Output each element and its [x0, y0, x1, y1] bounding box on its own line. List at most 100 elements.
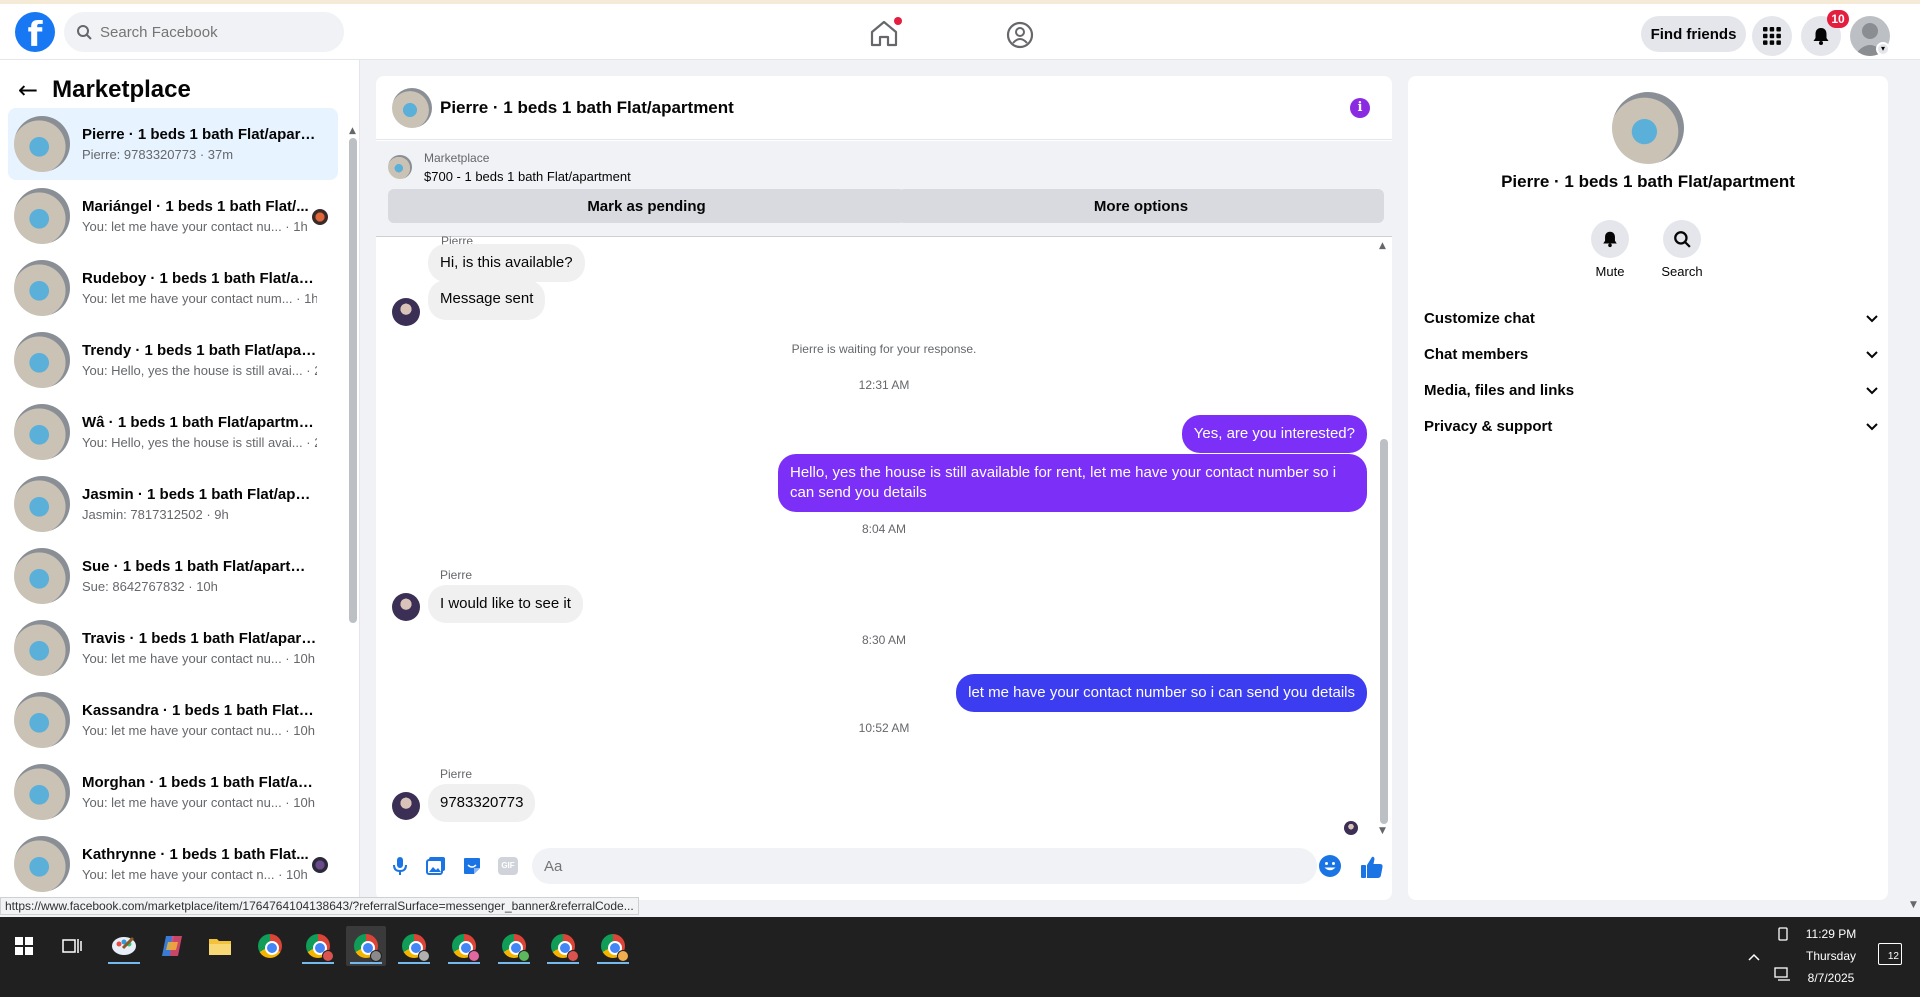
- message-input[interactable]: [532, 848, 1317, 884]
- conversation-item-travis[interactable]: Travis · 1 beds 1 bath Flat/apart... You:…: [8, 612, 338, 684]
- conversation-preview: You: let me have your contact nu... · 10…: [82, 723, 315, 738]
- conversation-item-kassandra[interactable]: Kassandra · 1 beds 1 bath Flat/ap... You:…: [8, 684, 338, 756]
- thumbs-up-icon[interactable]: [1359, 854, 1385, 880]
- taskbar-app-chrome-profile[interactable]: [593, 926, 633, 966]
- facebook-logo-icon[interactable]: f: [15, 12, 55, 52]
- taskbar-app-paint[interactable]: [104, 926, 144, 966]
- network-icon[interactable]: [1774, 967, 1792, 981]
- clock-time[interactable]: 11:29 PM: [1796, 927, 1866, 941]
- chevron-down-icon[interactable]: ▾: [1876, 42, 1890, 56]
- listing-avatar: [14, 620, 70, 676]
- taskbar-app-chrome[interactable]: [250, 926, 290, 966]
- more-options-button[interactable]: More options: [898, 189, 1384, 223]
- media-files-links-section[interactable]: Media, files and links: [1424, 372, 1880, 408]
- menu-button[interactable]: [1752, 16, 1792, 56]
- notification-center-icon[interactable]: 12: [1878, 943, 1902, 965]
- info-icon[interactable]: i: [1350, 98, 1370, 118]
- taskbar-app-chrome-profile[interactable]: [346, 926, 386, 966]
- message-timestamp: 8:04 AM: [861, 522, 907, 536]
- customize-chat-section[interactable]: Customize chat: [1424, 300, 1880, 336]
- message-timestamp: 10:52 AM: [858, 721, 910, 735]
- sender-avatar[interactable]: [392, 593, 420, 621]
- groups-icon[interactable]: [1005, 20, 1035, 50]
- details-title: Pierre · 1 beds 1 bath Flat/apartment: [1501, 172, 1795, 191]
- taskbar-app-chrome-profile[interactable]: [394, 926, 434, 966]
- taskbar-app-chrome-profile[interactable]: [494, 926, 534, 966]
- scroll-down-arrow-icon[interactable]: ▼: [1379, 826, 1386, 836]
- profile-badge: [468, 950, 480, 962]
- message-bubble-outgoing[interactable]: Hello, yes the house is still available …: [778, 454, 1367, 512]
- conversation-item-trendy[interactable]: Trendy · 1 beds 1 bath Flat/apart... You:…: [8, 324, 338, 396]
- sidebar-scrollbar[interactable]: ▲: [349, 126, 357, 626]
- back-arrow-icon[interactable]: ←: [18, 76, 38, 104]
- chat-members-section[interactable]: Chat members: [1424, 336, 1880, 372]
- message-bubble-incoming[interactable]: 9783320773: [428, 784, 536, 822]
- listing-avatar-large[interactable]: [1612, 92, 1684, 164]
- mute-button[interactable]: Mute: [1580, 220, 1640, 279]
- taskbar-app-file-explorer[interactable]: [200, 926, 240, 966]
- conversation-item-sue[interactable]: Sue · 1 beds 1 bath Flat/apartment Sue: 8…: [8, 540, 338, 612]
- message-bubble-outgoing[interactable]: let me have your contact number so i can…: [956, 674, 1367, 712]
- message-bubble-outgoing[interactable]: Yes, are you interested?: [1181, 415, 1367, 453]
- scroll-down-arrow-icon[interactable]: ▼: [1910, 900, 1917, 910]
- clock-date[interactable]: 8/7/2025: [1796, 971, 1866, 985]
- section-label: Chat members: [1424, 345, 1529, 363]
- message-bubble-incoming[interactable]: I would like to see it: [428, 585, 583, 623]
- conversation-name: Kassandra · 1 beds 1 bath Flat/ap...: [82, 702, 317, 719]
- conversation-preview: You: let me have your contact nu... · 10…: [82, 651, 315, 666]
- scrollbar-thumb[interactable]: [1380, 439, 1388, 824]
- search-input[interactable]: [100, 23, 320, 41]
- paint-app-icon: [112, 936, 136, 955]
- chevron-down-icon: [1866, 387, 1878, 395]
- message-bubble-incoming[interactable]: Hi, is this available?: [428, 244, 585, 282]
- listing-avatar: [14, 764, 70, 820]
- chat-avatar[interactable]: [392, 87, 432, 128]
- conversation-item-rudeboy[interactable]: Rudeboy · 1 beds 1 bath Flat/apa... You: …: [8, 252, 338, 324]
- gif-icon[interactable]: GIF: [496, 854, 520, 878]
- listing-thumbnail[interactable]: [388, 155, 412, 179]
- mark-as-pending-button[interactable]: Mark as pending: [388, 189, 905, 223]
- conversation-item-morghan[interactable]: Morghan · 1 beds 1 bath Flat/ap... You: l…: [8, 756, 338, 828]
- emoji-icon[interactable]: [1318, 854, 1342, 878]
- sender-avatar[interactable]: [392, 792, 420, 820]
- scrollbar-thumb[interactable]: [349, 138, 357, 623]
- conversation-name: Jasmin · 1 beds 1 bath Flat/apart...: [82, 486, 317, 503]
- waiting-status-note: Pierre is waiting for your response.: [791, 342, 977, 356]
- chrome-icon: [551, 934, 579, 962]
- message-timestamp: 8:30 AM: [861, 633, 907, 647]
- message-bubble-incoming[interactable]: Message sent: [428, 280, 546, 320]
- conversation-item-kathrynne[interactable]: Kathrynne · 1 beds 1 bath Flat... You: le…: [8, 828, 338, 900]
- taskbar-app-chrome-profile[interactable]: [444, 926, 484, 966]
- home-notification-dot: [894, 17, 902, 25]
- conversation-item-jasmin[interactable]: Jasmin · 1 beds 1 bath Flat/apart... Jasm…: [8, 468, 338, 540]
- taskbar-app-chrome-profile[interactable]: [543, 926, 583, 966]
- chat-title[interactable]: Pierre · 1 beds 1 bath Flat/apartment: [440, 98, 734, 118]
- find-friends-button[interactable]: Find friends: [1641, 16, 1746, 52]
- task-view-button[interactable]: [52, 926, 92, 966]
- conversation-item-mariangel[interactable]: Mariángel · 1 beds 1 bath Flat/... You: l…: [8, 180, 338, 252]
- taskbar-app-copilot[interactable]: [152, 926, 192, 966]
- listing-price-title[interactable]: $700 - 1 beds 1 bath Flat/apartment: [424, 169, 631, 184]
- sidebar-header: ← Marketplace: [18, 76, 191, 104]
- start-button[interactable]: [4, 926, 44, 966]
- taskbar-app-chrome-profile[interactable]: [298, 926, 338, 966]
- running-indicator: [302, 962, 334, 964]
- task-view-icon: [62, 939, 82, 953]
- scroll-up-arrow-icon[interactable]: ▲: [1379, 241, 1386, 251]
- photo-icon[interactable]: [424, 854, 448, 878]
- clock-day[interactable]: Thursday: [1796, 949, 1866, 963]
- chevron-up-icon[interactable]: [1747, 952, 1761, 962]
- scroll-up-arrow-icon[interactable]: ▲: [349, 126, 356, 136]
- search-in-conversation-button[interactable]: Search: [1652, 220, 1712, 279]
- message-thread: Pierre Hi, is this available? Message se…: [376, 234, 1392, 838]
- device-sync-icon[interactable]: [1776, 927, 1790, 941]
- chat-header: Pierre · 1 beds 1 bath Flat/apartment i: [376, 76, 1392, 140]
- microphone-icon[interactable]: [388, 854, 412, 878]
- chat-scrollbar[interactable]: ▲ ▼: [1379, 241, 1389, 836]
- search-facebook[interactable]: [64, 12, 344, 52]
- sticker-icon[interactable]: [460, 854, 484, 878]
- sender-avatar[interactable]: [392, 298, 420, 326]
- privacy-support-section[interactable]: Privacy & support: [1424, 408, 1880, 444]
- conversation-item-wa[interactable]: Wâ · 1 beds 1 bath Flat/apartment You: He…: [8, 396, 338, 468]
- conversation-item-pierre[interactable]: Pierre · 1 beds 1 bath Flat/apart... Pier…: [8, 108, 338, 180]
